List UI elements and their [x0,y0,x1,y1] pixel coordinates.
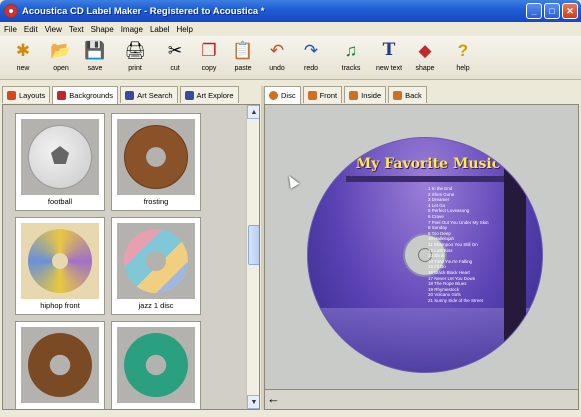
scrollbar-thumb[interactable] [248,225,259,265]
scroll-up-arrow-icon[interactable]: ▲ [247,105,259,119]
redo-button[interactable]: ↷ redo [296,38,326,78]
close-button[interactable]: ✕ [562,3,578,19]
undo-button[interactable]: ↶ undo [262,38,292,78]
tab-front[interactable]: Front [302,86,343,103]
paste-button[interactable]: 📋 paste [228,38,258,78]
new-text-button[interactable]: Tnew text [374,38,404,78]
tab-inside[interactable]: Inside [344,86,387,103]
tracks-button[interactable]: ♫ tracks [336,38,366,78]
cut-button[interactable]: ✂ cut [160,38,190,78]
thumb-caption: hiphop front [40,301,80,310]
new-text-icon: T [382,39,396,60]
open-folder-icon: 📂 [50,40,72,60]
background-thumb-frosting[interactable]: frosting [111,113,201,211]
right-tab-strip: Disc Front Inside Back [264,86,581,104]
window-title: Acoustica CD Label Maker - Registered to… [22,5,265,17]
frosting-image [117,119,195,195]
copy-button[interactable]: ❐ copy [194,38,224,78]
menu-shape[interactable]: Shape [91,25,114,34]
cd-label-disc[interactable]: My Favorite Music 1 In the End 2 Shes Go… [307,137,543,373]
print-button[interactable]: 🖨 print [120,38,150,78]
canvas-bottom-bar: ← [264,390,579,410]
save-button[interactable]: 💾 save [80,38,110,78]
thumb-caption: frosting [143,197,169,206]
background-thumb-jazz-1-disc[interactable]: jazz 1 disc [111,217,201,315]
label-canvas[interactable]: My Favorite Music 1 In the End 2 Shes Go… [264,104,579,390]
undo-icon: ↶ [269,40,285,60]
menu-image[interactable]: Image [121,25,143,34]
open-button[interactable]: 📂 open [46,38,76,78]
tab-layouts[interactable]: Layouts [2,86,51,103]
background-thumb-brown[interactable] [15,321,105,409]
green-disc-image [117,327,195,403]
background-thumb-hiphop-front[interactable]: hiphop front [15,217,105,315]
back-arrow-icon[interactable]: ← [267,392,281,406]
shape-icon: ◆ [418,40,432,60]
tab-art-search[interactable]: Art Search [120,86,178,103]
printer-icon: 🖨 [124,40,146,60]
left-tab-strip: Layouts Backgrounds Art Search Art Explo… [2,86,258,104]
menu-bar: File Edit View Text Shape Image Label He… [0,22,581,36]
shape-button[interactable]: ◆ shape [410,38,440,78]
track-list[interactable]: 1 In the End 2 Shes Gone 3 Dreamer 4 Let… [428,186,528,303]
help-button[interactable]: ? help [448,38,478,78]
redo-icon: ↷ [303,40,319,60]
back-icon [393,90,403,100]
menu-label[interactable]: Label [150,25,170,34]
gallery-scrollbar[interactable]: ▲ ▼ [246,105,259,409]
new-icon: ✱ [15,40,31,60]
save-disk-icon: 💾 [84,40,106,60]
title-underline-band [346,176,506,182]
background-thumb-football[interactable]: football [15,113,105,211]
help-icon: ? [457,40,469,60]
tab-backgrounds[interactable]: Backgrounds [52,86,119,104]
minimize-button[interactable]: _ [526,3,542,19]
menu-edit[interactable]: Edit [24,25,38,34]
tab-disc[interactable]: Disc [264,86,301,104]
backgrounds-icon [57,91,67,100]
hiphop-image [21,223,99,299]
new-button[interactable]: ✱ new [8,38,38,78]
front-icon [307,90,317,100]
mouse-cursor-icon [284,173,300,189]
disc-title[interactable]: My Favorite Music [338,156,518,172]
tracks-icon: ♫ [344,40,358,60]
jazz-disc-image [117,223,195,299]
art-explore-icon [184,90,194,100]
main-toolbar: ✱ new 📂 open 💾 save 🖨 print ✂ cut ❐ copy 📋 past… [0,36,581,80]
menu-text[interactable]: Text [69,25,84,34]
art-search-icon [125,90,135,100]
scroll-down-arrow-icon[interactable]: ▼ [247,395,259,409]
paste-icon: 📋 [232,40,254,60]
disc-icon [269,91,278,100]
menu-help[interactable]: Help [177,25,193,34]
thumb-caption: football [47,197,73,206]
backgrounds-gallery: football frosting hiphop front jazz 1 di… [2,104,260,410]
thumb-caption: jazz 1 disc [138,301,174,310]
menu-view[interactable]: View [45,25,62,34]
football-image [21,119,99,195]
scissors-icon: ✂ [167,40,183,60]
maximize-button[interactable]: □ [544,3,560,19]
tab-art-explore[interactable]: Art Explore [179,86,239,103]
title-bar: Acoustica CD Label Maker - Registered to… [0,0,581,22]
app-cd-icon [4,4,18,18]
inside-icon [349,90,359,100]
tab-back[interactable]: Back [388,86,427,103]
copy-icon: ❐ [201,40,217,60]
background-thumb-green[interactable] [111,321,201,409]
track-item: 21 Sunny Side of the Street [428,297,484,303]
brown-disc-image [21,327,99,403]
menu-file[interactable]: File [4,25,17,34]
layouts-icon [7,90,16,100]
